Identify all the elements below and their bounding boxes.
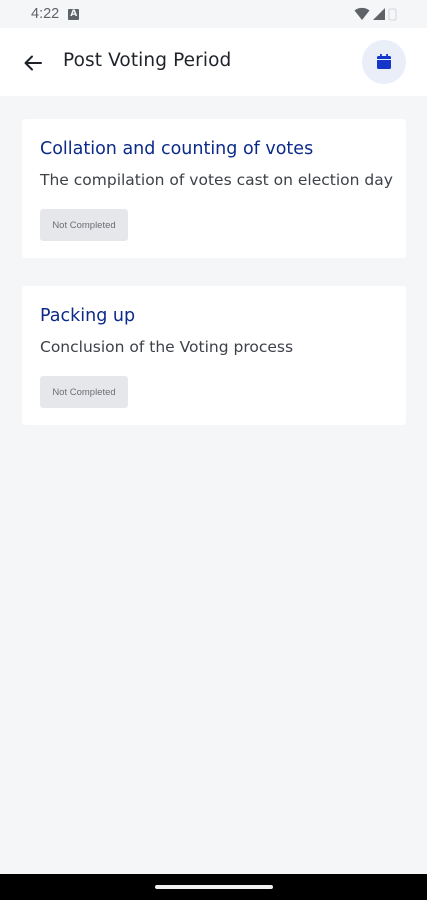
task-card-description: The compilation of votes cast on electio… (40, 171, 393, 189)
arrow-left-icon (24, 55, 42, 71)
calendar-button[interactable] (362, 40, 406, 84)
notification-icon: A (68, 8, 80, 20)
status-time: 4:22 (31, 6, 60, 22)
back-button[interactable] (20, 50, 46, 76)
home-indicator[interactable] (155, 885, 273, 889)
status-badge: Not Completed (40, 376, 128, 408)
task-card-title: Packing up (40, 306, 136, 326)
status-icons (354, 7, 397, 21)
page-title: Post Voting Period (63, 50, 232, 71)
task-card-description: Conclusion of the Voting process (40, 338, 294, 356)
task-card[interactable]: Packing up Conclusion of the Voting proc… (22, 286, 406, 425)
task-card-title: Collation and counting of votes (40, 139, 314, 159)
status-bar: 4:22 A (0, 0, 427, 28)
task-card[interactable]: Collation and counting of votes The comp… (22, 119, 406, 258)
battery-icon (388, 8, 397, 21)
calendar-icon (377, 54, 391, 69)
screen: 4:22 A Post Voting Period Collation and … (0, 0, 427, 900)
app-bar: Post Voting Period (0, 28, 427, 96)
wifi-icon (354, 7, 370, 20)
status-badge: Not Completed (40, 209, 128, 241)
navigation-bar (0, 874, 427, 900)
cell-signal-icon (373, 8, 385, 20)
